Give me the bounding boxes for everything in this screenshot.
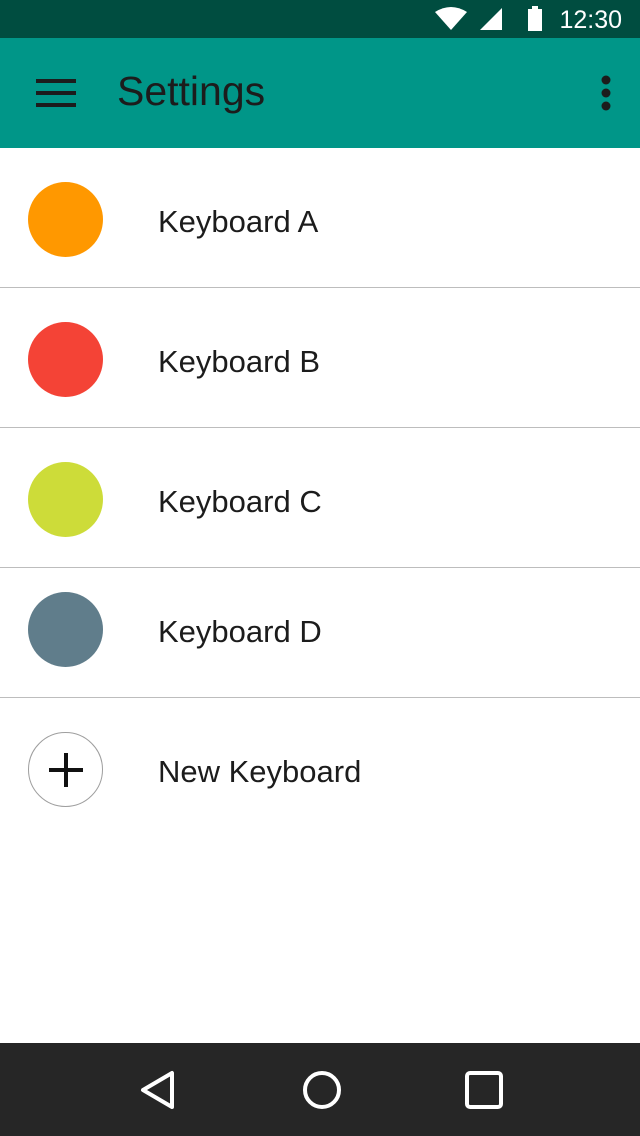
more-vertical-icon[interactable] — [588, 65, 624, 121]
keyboard-label: Keyboard A — [158, 204, 319, 239]
keyboard-item-c[interactable]: Keyboard C — [0, 428, 640, 568]
keyboard-color-swatch — [28, 592, 103, 667]
app-bar: Settings — [0, 38, 640, 148]
battery-icon — [527, 0, 543, 38]
back-icon[interactable] — [128, 1061, 188, 1119]
home-icon[interactable] — [292, 1061, 352, 1119]
keyboard-label: Keyboard B — [158, 344, 320, 379]
hamburger-menu-icon[interactable] — [22, 65, 90, 121]
recents-icon[interactable] — [454, 1061, 514, 1119]
keyboard-item-d[interactable]: Keyboard D — [0, 568, 640, 698]
new-keyboard-label: New Keyboard — [158, 754, 362, 789]
page-title: Settings — [117, 68, 266, 114]
keyboard-label: Keyboard C — [158, 484, 322, 519]
keyboard-label: Keyboard D — [158, 614, 322, 649]
keyboard-item-b[interactable]: Keyboard B — [0, 288, 640, 428]
plus-icon — [28, 732, 103, 807]
keyboard-color-swatch — [28, 182, 103, 257]
keyboard-color-swatch — [28, 322, 103, 397]
new-keyboard-button[interactable]: New Keyboard — [0, 698, 640, 838]
wifi-icon — [434, 0, 468, 38]
status-bar: 12:30 — [0, 0, 640, 38]
navigation-bar — [0, 1043, 640, 1136]
keyboard-item-a[interactable]: Keyboard A — [0, 148, 640, 288]
keyboard-color-swatch — [28, 462, 103, 537]
cell-signal-icon — [478, 0, 504, 38]
status-time: 12:30 — [559, 6, 622, 34]
keyboard-list: Keyboard A Keyboard B Keyboard C Keyboar… — [0, 148, 640, 838]
